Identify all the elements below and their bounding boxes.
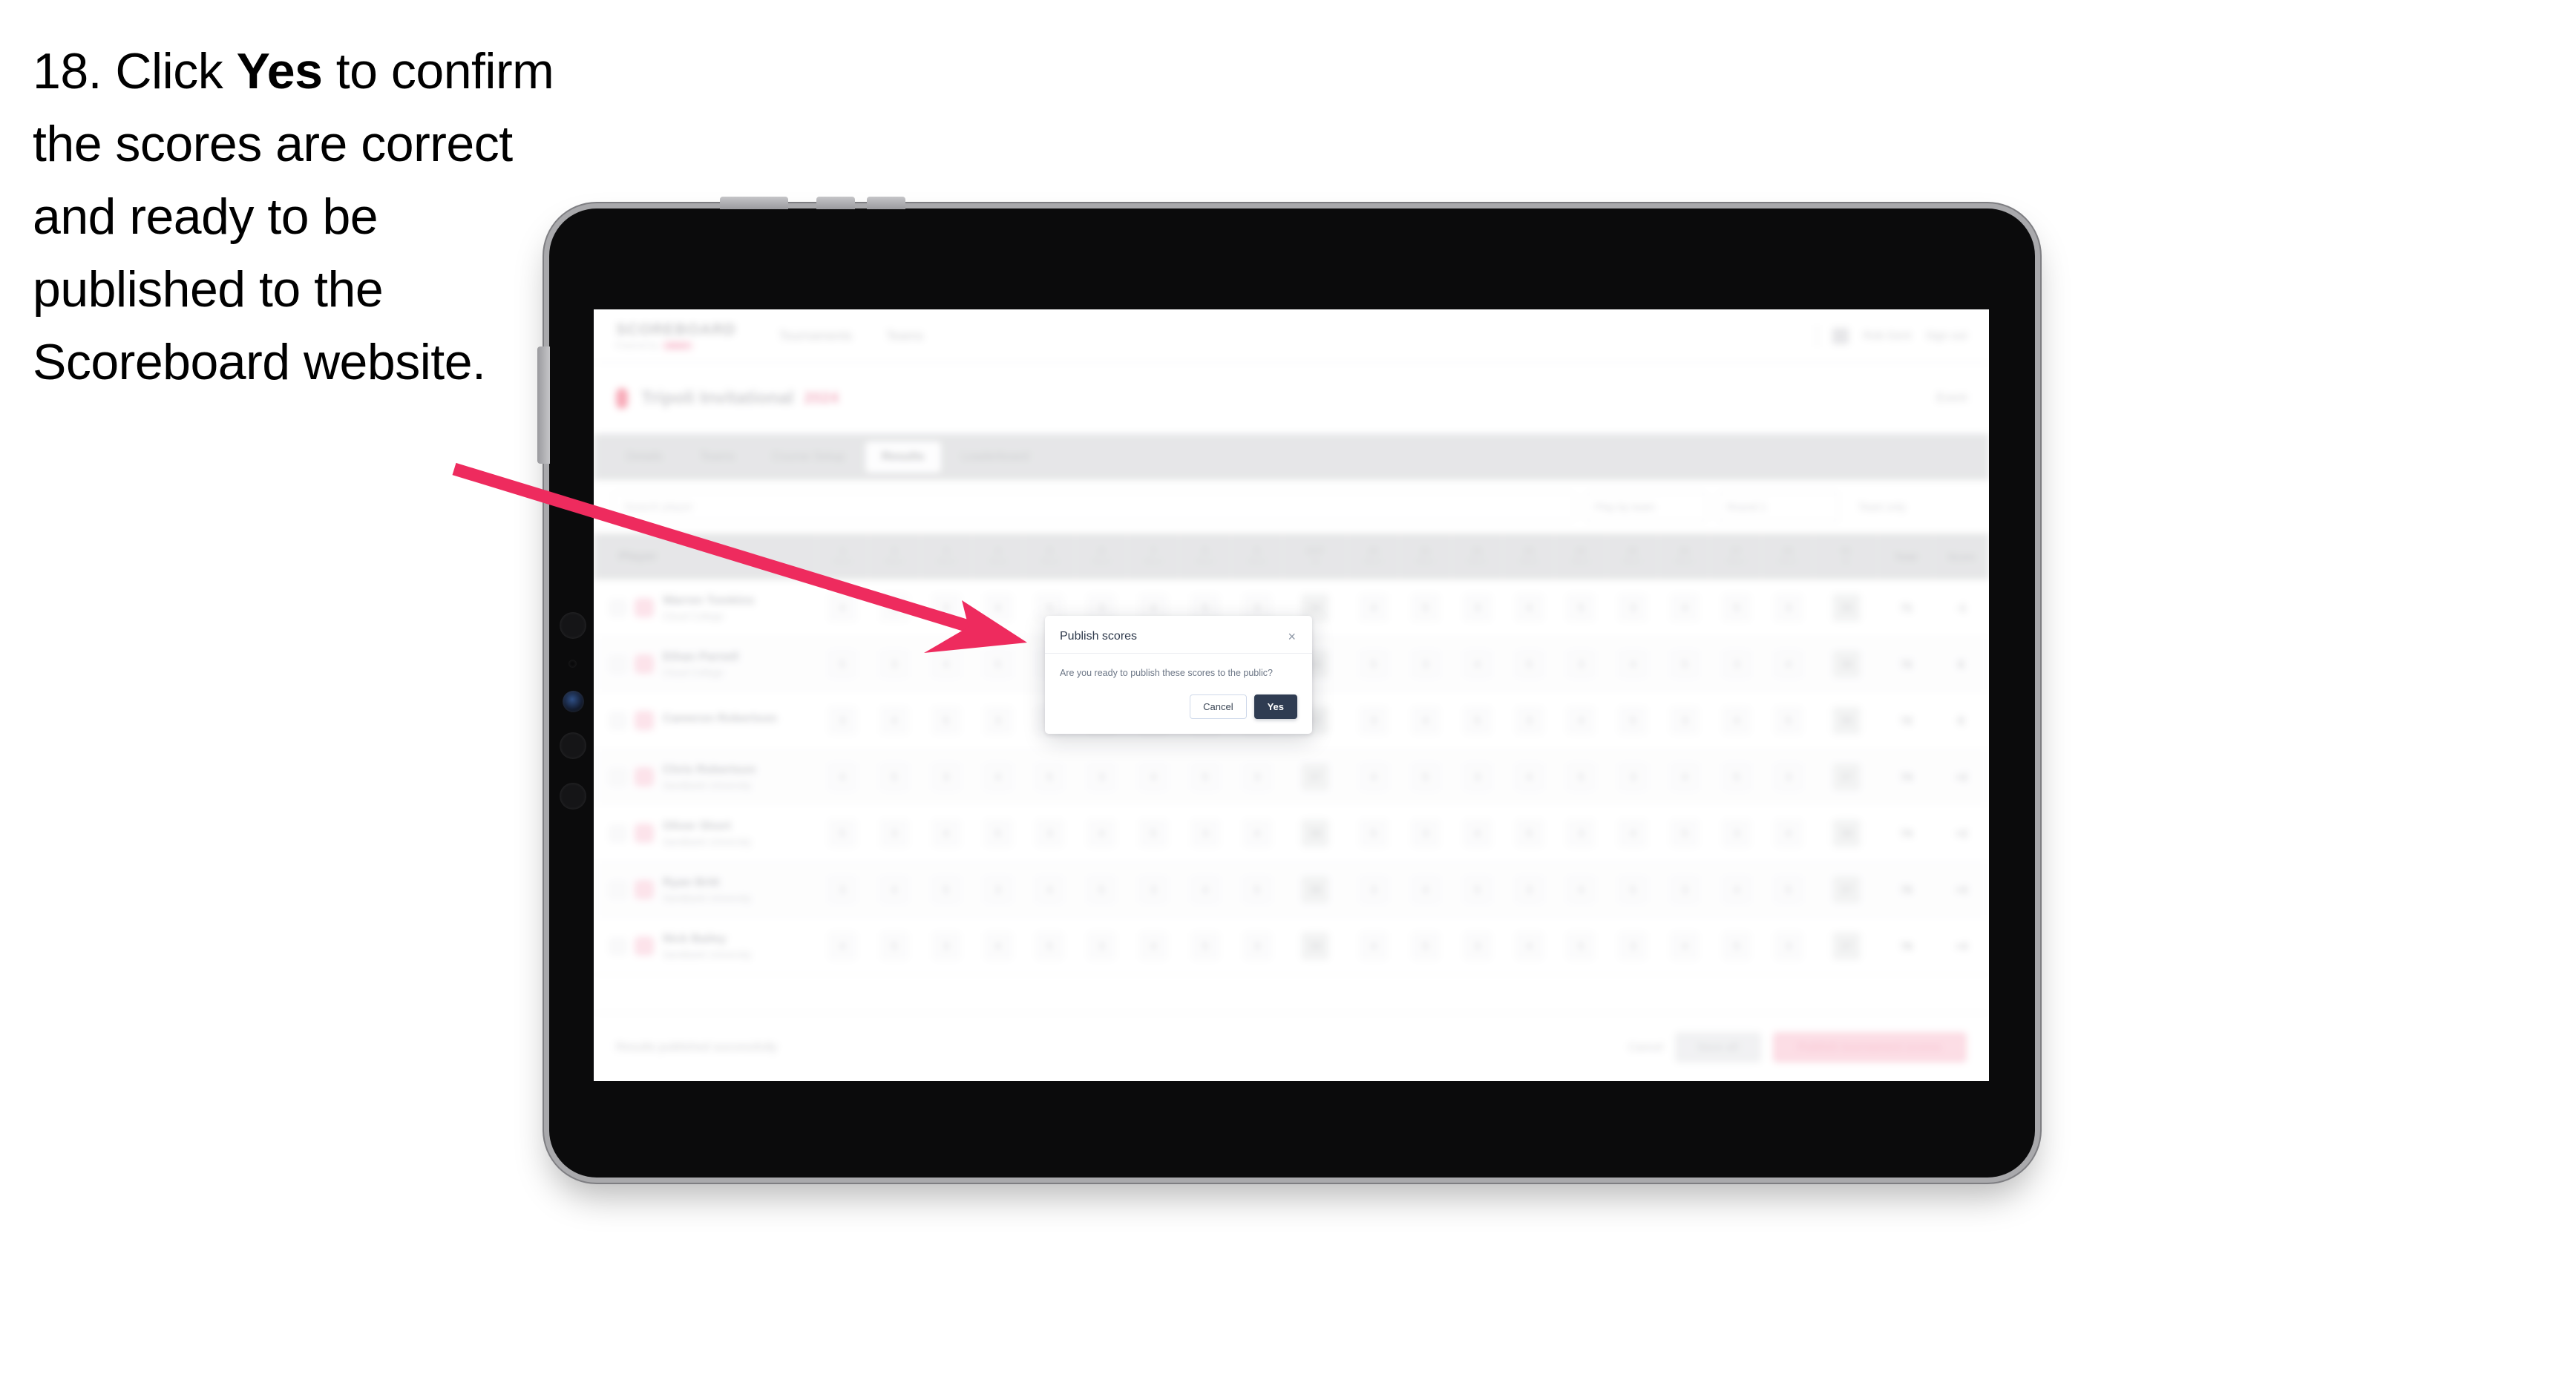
volume-up-button[interactable] (816, 197, 855, 209)
side-button[interactable] (537, 346, 550, 464)
publish-scores-dialog: Publish scores × Are you ready to publis… (1045, 616, 1312, 735)
close-icon[interactable]: × (1286, 630, 1297, 643)
dialog-cancel-button[interactable]: Cancel (1190, 694, 1247, 720)
dialog-title: Publish scores (1060, 630, 1138, 643)
instruction-step-number: 18. (33, 43, 102, 99)
power-button[interactable] (720, 197, 788, 209)
tablet-device: SCOREBOARD Powered by GOLF Tournaments T… (537, 197, 2035, 1178)
microphone-icon (568, 660, 577, 668)
instruction-bold-word: Yes (236, 43, 323, 99)
camera-lens-secondary-icon (560, 732, 586, 759)
front-camera-icon (563, 691, 584, 712)
instruction-text-before: Click (102, 43, 237, 99)
camera-lens-tertiary-icon (560, 783, 586, 809)
dialog-yes-button[interactable]: Yes (1253, 694, 1297, 720)
dialog-footer: Cancel Yes (1045, 684, 1312, 734)
camera-lens-icon (560, 612, 586, 639)
tablet-screen: SCOREBOARD Powered by GOLF Tournaments T… (594, 309, 1989, 1081)
volume-down-button[interactable] (867, 197, 905, 209)
dialog-message: Are you ready to publish these scores to… (1060, 668, 1273, 678)
instruction-caption: 18. Click Yes to confirm the scores are … (33, 36, 567, 399)
dialog-header: Publish scores × (1045, 616, 1312, 654)
